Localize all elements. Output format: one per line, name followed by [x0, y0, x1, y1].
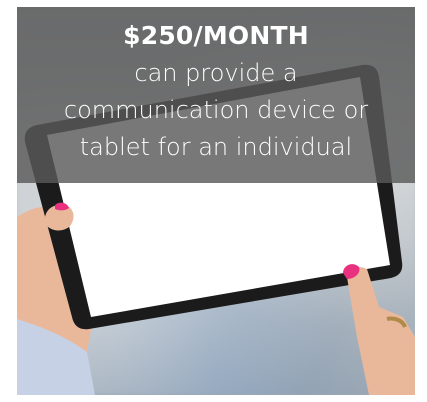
promo-card: $250/MONTH can provide a communication d…	[0, 0, 427, 402]
promo-line-1: can provide a	[134, 59, 298, 87]
promo-line-2: communication device or	[63, 96, 369, 124]
promo-headline: $250/MONTH	[123, 21, 309, 50]
promo-overlay: $250/MONTH can provide a communication d…	[17, 7, 415, 183]
right-hand	[347, 267, 415, 395]
promo-line-3: tablet for an individual	[79, 133, 353, 161]
promo-description: can provide a communication device or ta…	[64, 55, 368, 166]
